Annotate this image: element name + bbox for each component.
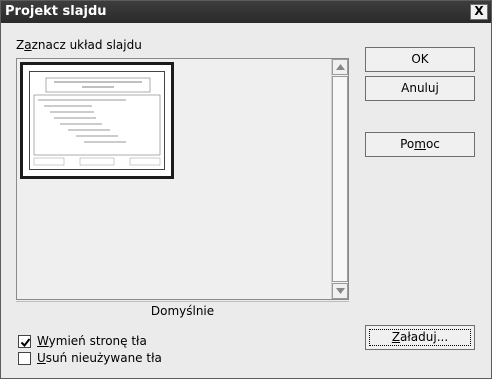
- scroll-thumb[interactable]: [332, 76, 348, 282]
- title-bar: Projekt slajdu X: [1, 1, 491, 23]
- arrow-down-icon: [336, 288, 345, 294]
- slide-preview: [29, 71, 165, 170]
- scroll-up-button[interactable]: [332, 59, 348, 75]
- help-button[interactable]: Pomoc: [365, 132, 475, 157]
- close-icon: X: [474, 4, 484, 18]
- delete-unused-backgrounds-checkbox[interactable]: [18, 352, 31, 365]
- cancel-button[interactable]: Anuluj: [365, 76, 475, 101]
- delete-unused-backgrounds-label: Usuń nieużywane tła: [37, 351, 162, 365]
- checkmark-icon: [20, 338, 31, 348]
- vertical-scrollbar[interactable]: [331, 59, 348, 299]
- scroll-down-button[interactable]: [332, 283, 348, 299]
- dialog-title: Projekt slajdu: [5, 4, 107, 19]
- selected-layout-name: Domyślnie: [16, 301, 349, 319]
- slide-design-dialog: Projekt slajdu X Zaznacz układ slajdu Do…: [0, 0, 492, 379]
- slide-preview-image: [33, 77, 161, 166]
- close-button[interactable]: X: [470, 4, 488, 20]
- arrow-up-icon: [336, 64, 345, 70]
- layout-thumbnail[interactable]: [20, 62, 174, 179]
- layout-listbox[interactable]: [16, 58, 349, 300]
- layout-list-area: [17, 59, 331, 299]
- load-button[interactable]: Załaduj...: [365, 325, 475, 350]
- ok-button[interactable]: OK: [365, 47, 475, 72]
- exchange-background-checkbox[interactable]: [18, 335, 31, 348]
- select-layout-label: Zaznacz układ slajdu: [16, 38, 142, 52]
- exchange-background-label: Wymień stronę tła: [37, 334, 147, 348]
- focus-rectangle: [369, 329, 471, 346]
